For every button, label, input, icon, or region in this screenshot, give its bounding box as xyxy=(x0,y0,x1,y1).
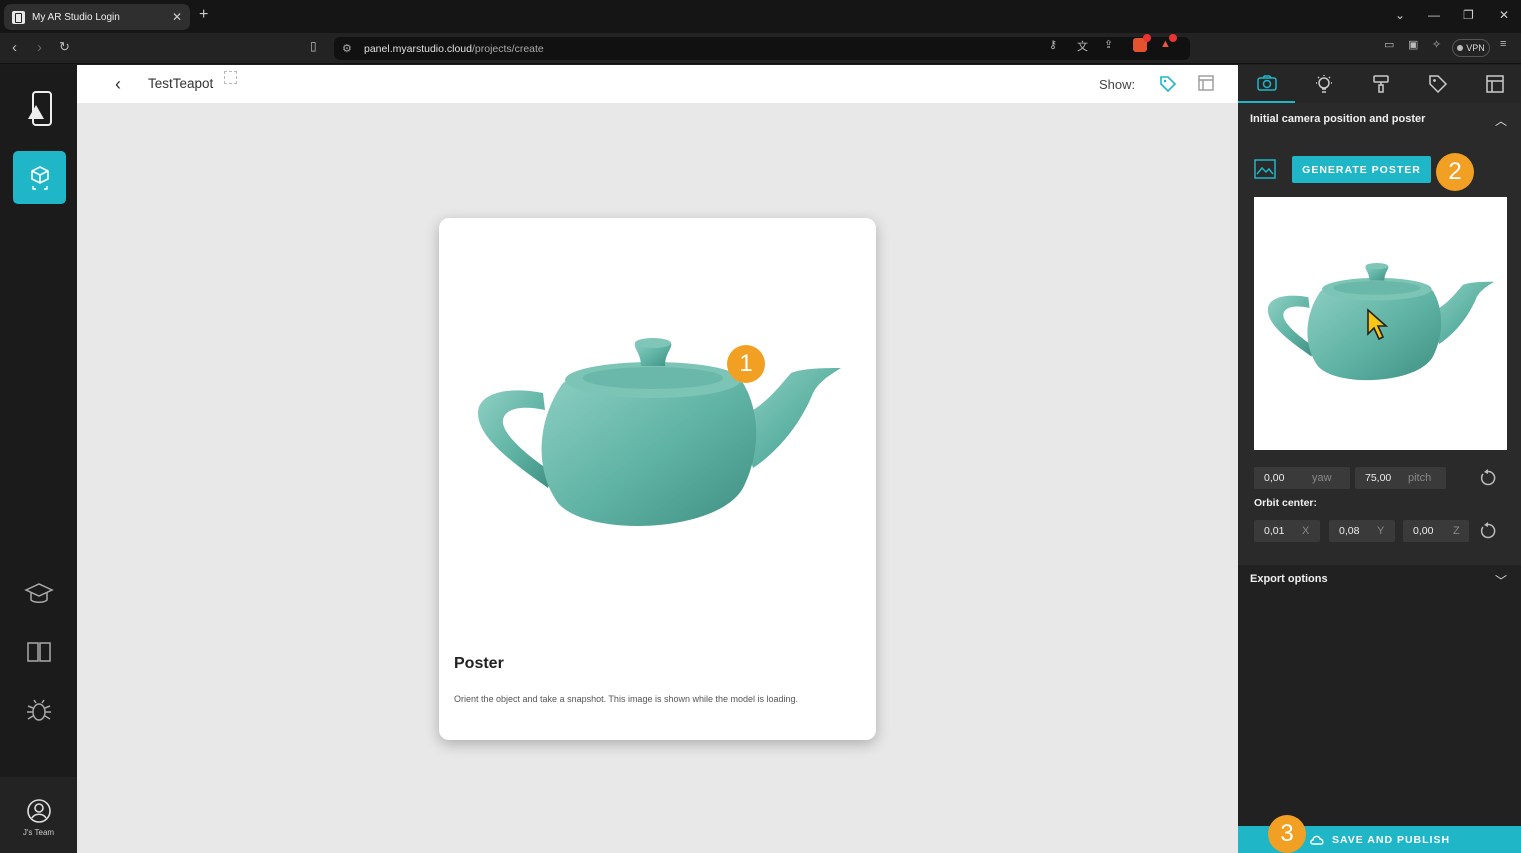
reset-orbit-icon[interactable] xyxy=(1479,522,1497,540)
vpn-label: VPN xyxy=(1466,43,1485,53)
close-tab-icon[interactable]: ✕ xyxy=(172,10,182,24)
translate-icon[interactable]: 文 xyxy=(1077,38,1088,54)
reset-rotation-icon[interactable] xyxy=(1479,469,1497,487)
back-arrow-icon[interactable]: ‹ xyxy=(115,74,121,95)
browser-toolbar: ‹ › ↻ ▯ ⚙ panel.myarstudio.cloud/project… xyxy=(0,33,1521,64)
tab-search-chevron-icon[interactable]: ⌄ xyxy=(1395,8,1405,22)
export-options-section[interactable]: Export options ﹀ xyxy=(1238,565,1521,595)
orbit-z-input[interactable]: 0,00 Z xyxy=(1403,520,1469,542)
account-section[interactable]: J's Team xyxy=(0,777,77,853)
orbit-x-input[interactable]: 0,01 X xyxy=(1254,520,1320,542)
app-logo-icon[interactable] xyxy=(24,91,56,127)
sidebar-toggle-icon[interactable]: ▭ xyxy=(1384,38,1394,51)
address-bar[interactable]: ⚙ panel.myarstudio.cloud/projects/create xyxy=(334,37,1190,60)
yaw-input[interactable]: 0,00 yaw xyxy=(1254,467,1350,489)
rewards-count-badge xyxy=(1169,34,1177,42)
url-path: /projects/create xyxy=(471,42,544,55)
book-icon[interactable] xyxy=(24,638,54,666)
poster-description: Orient the object and take a snapshot. T… xyxy=(454,694,799,704)
close-window-icon[interactable]: ✕ xyxy=(1499,8,1509,22)
chevron-up-icon[interactable]: ︿ xyxy=(1495,112,1507,129)
site-info-icon[interactable]: ⚙ xyxy=(342,42,352,55)
panel-tabs xyxy=(1238,65,1521,103)
image-icon xyxy=(1254,159,1276,179)
wallet-icon[interactable]: ▣ xyxy=(1408,38,1418,51)
vpn-status-icon xyxy=(1457,45,1464,51)
paint-roller-icon xyxy=(1372,75,1389,93)
light-icon xyxy=(1315,75,1332,93)
yaw-value: 0,00 xyxy=(1264,472,1285,484)
sidebar-item-ar-models[interactable] xyxy=(13,151,66,204)
vpn-button[interactable]: VPN xyxy=(1452,39,1490,57)
team-name: J's Team xyxy=(22,828,55,837)
yaw-unit: yaw xyxy=(1312,472,1332,484)
leo-ai-icon[interactable]: ✧ xyxy=(1432,38,1441,51)
forward-nav-icon[interactable]: › xyxy=(37,39,42,56)
step-badge-3: 3 xyxy=(1268,815,1306,853)
minimize-window-icon[interactable]: — xyxy=(1428,8,1440,22)
model-viewer-canvas[interactable]: Poster Orient the object and take a snap… xyxy=(77,103,1238,853)
save-and-publish-label: SAVE AND PUBLISH xyxy=(1331,833,1451,846)
camera-icon xyxy=(1256,75,1277,91)
rename-icon[interactable] xyxy=(224,71,237,84)
orbit-z-value: 0,00 xyxy=(1413,525,1434,537)
project-header: ‹ TestTeapot Show: xyxy=(77,65,1238,103)
pitch-unit: pitch xyxy=(1408,472,1432,484)
site-favicon-icon xyxy=(12,10,25,24)
orbit-center-label: Orbit center: xyxy=(1254,497,1318,509)
tag-icon xyxy=(1428,75,1447,94)
properties-panel: Initial camera position and poster ︿ GEN… xyxy=(1238,65,1521,853)
tab-camera[interactable] xyxy=(1238,65,1295,103)
tag-icon[interactable] xyxy=(1159,75,1177,93)
orbit-z-unit: Z xyxy=(1453,525,1460,537)
new-tab-button[interactable]: + xyxy=(199,6,208,24)
step-badge-2: 2 xyxy=(1436,153,1474,191)
back-nav-icon[interactable]: ‹ xyxy=(12,39,17,56)
password-key-icon[interactable]: ⚷ xyxy=(1049,38,1057,51)
tab-title: My AR Studio Login xyxy=(32,11,120,23)
options-icon xyxy=(1485,75,1504,93)
tab-annotations[interactable] xyxy=(1409,65,1466,103)
tab-materials[interactable] xyxy=(1352,65,1409,103)
tab-lighting[interactable] xyxy=(1295,65,1352,103)
shields-count-badge xyxy=(1143,34,1151,42)
poster-preview xyxy=(1254,197,1507,450)
project-title[interactable]: TestTeapot xyxy=(148,76,213,91)
menu-icon[interactable]: ≡ xyxy=(1500,38,1506,50)
url-text: panel.myarstudio.cloud/projects/create xyxy=(364,43,544,55)
poster-card: Poster Orient the object and take a snap… xyxy=(439,218,876,740)
mouse-cursor-icon xyxy=(1367,308,1389,341)
orbit-x-unit: X xyxy=(1302,525,1310,537)
restore-window-icon[interactable]: ❐ xyxy=(1463,8,1474,22)
show-label: Show: xyxy=(1099,77,1136,92)
orbit-y-input[interactable]: 0,08 Y xyxy=(1329,520,1395,542)
camera-section: Initial camera position and poster ︿ GEN… xyxy=(1238,103,1521,565)
bug-icon[interactable] xyxy=(24,697,54,725)
poster-title: Poster xyxy=(454,655,504,672)
ar-cube-icon xyxy=(30,165,49,190)
teapot-model[interactable] xyxy=(473,338,843,553)
pitch-input[interactable]: 75,00 pitch xyxy=(1355,467,1446,489)
graduation-cap-icon[interactable] xyxy=(24,580,54,608)
browser-tab[interactable]: My AR Studio Login ✕ xyxy=(4,4,190,30)
export-options-title[interactable]: Export options xyxy=(1250,573,1328,585)
orbit-x-value: 0,01 xyxy=(1264,525,1285,537)
app-sidebar: J's Team xyxy=(0,65,77,853)
orbit-y-unit: Y xyxy=(1377,525,1385,537)
reload-icon[interactable]: ↻ xyxy=(59,39,70,55)
generate-poster-button[interactable]: GENERATE POSTER xyxy=(1292,156,1431,183)
step-badge-1: 1 xyxy=(727,345,765,383)
chevron-down-icon[interactable]: ﹀ xyxy=(1495,572,1507,589)
user-icon xyxy=(27,799,51,823)
cloud-upload-icon xyxy=(1310,835,1324,845)
camera-section-title[interactable]: Initial camera position and poster xyxy=(1250,113,1425,125)
options-panel-icon[interactable] xyxy=(1197,74,1215,92)
bookmark-icon[interactable]: ▯ xyxy=(310,39,317,53)
tab-options[interactable] xyxy=(1466,65,1521,103)
orbit-y-value: 0,08 xyxy=(1339,525,1360,537)
url-host: panel.myarstudio.cloud xyxy=(364,42,472,55)
pitch-value: 75,00 xyxy=(1365,472,1392,484)
share-icon[interactable]: ⇪ xyxy=(1104,38,1113,51)
browser-tab-strip: My AR Studio Login ✕ + ⌄ — ❐ ✕ xyxy=(0,0,1521,33)
